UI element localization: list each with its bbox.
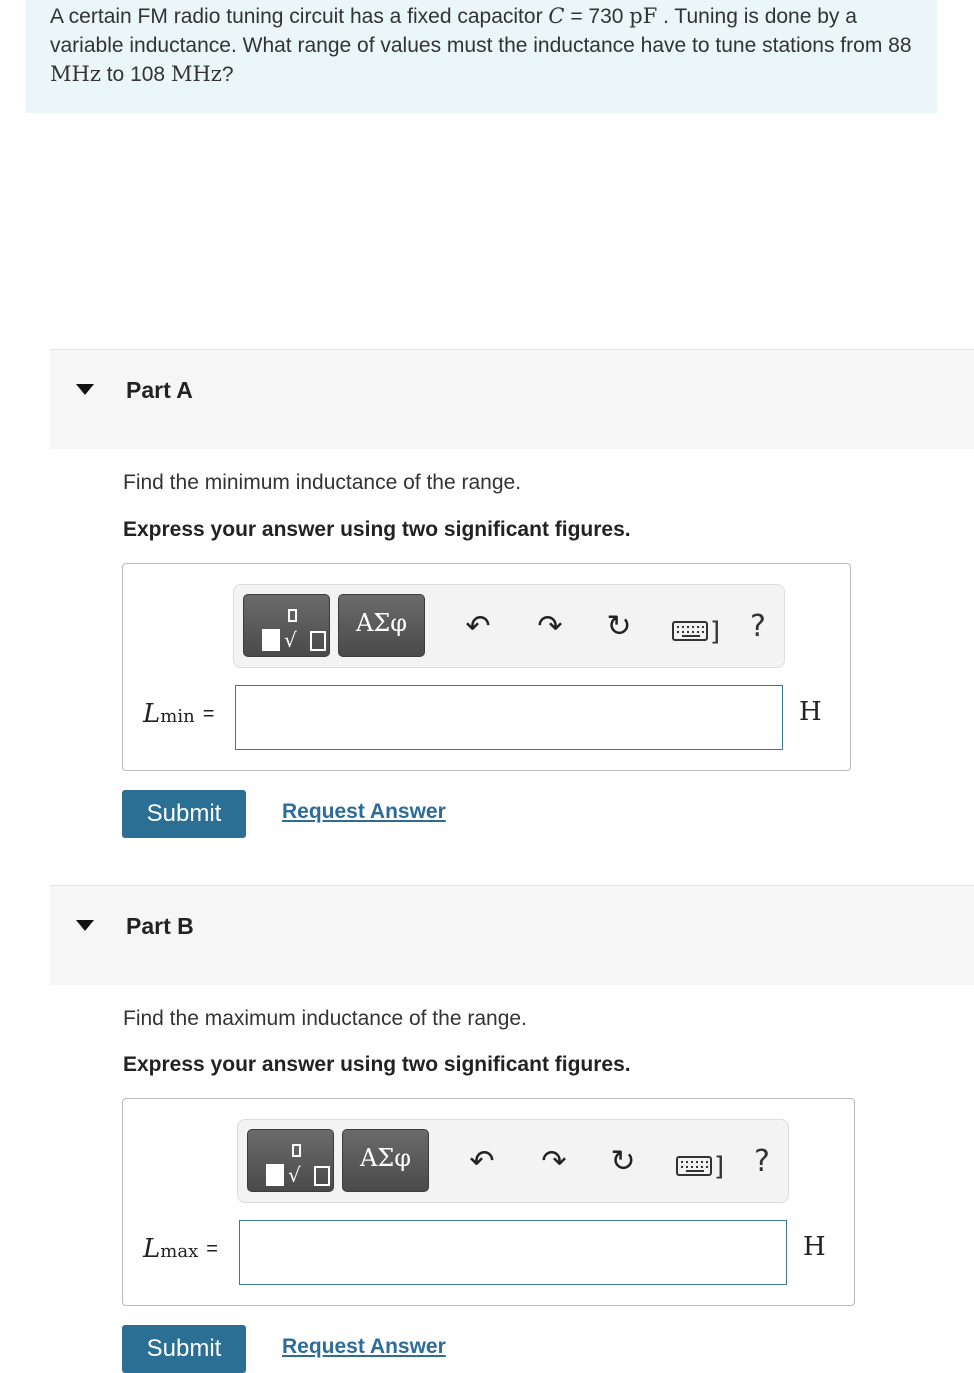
part-b-math-toolbar: √ ΑΣφ ↶ ↷ ↻ ] ? [237,1119,789,1203]
part-b-instruction: Express your answer using two significan… [123,1053,631,1076]
reset-icon[interactable]: ↻ [603,1140,643,1184]
greek-symbols-button[interactable]: ΑΣφ [342,1129,429,1192]
caret-down-icon[interactable] [76,920,94,931]
problem-statement: A certain FM radio tuning circuit has a … [26,0,937,113]
problem-equals: = 730 [564,5,630,28]
greek-symbols-button[interactable]: ΑΣφ [338,594,425,657]
templates-icon [262,629,280,651]
redo-icon[interactable]: ↷ [534,1140,574,1184]
part-a-answer-input[interactable] [235,685,783,750]
part-b-title: Part B [126,913,194,939]
part-a-variable-label: Lmin = [143,699,215,729]
part-b-variable-label: Lmax = [143,1234,218,1264]
greek-label: ΑΣφ [359,1144,412,1172]
templates-button[interactable]: √ [247,1129,334,1192]
freq-unit-2: MHz [170,62,222,86]
part-a-submit-button[interactable]: Submit [122,790,246,838]
help-icon[interactable]: ? [750,605,766,649]
templates-button[interactable]: √ [243,594,330,657]
part-a-instruction: Express your answer using two significan… [123,518,631,541]
part-b-answer-box: √ ΑΣφ ↶ ↷ ↻ ] ? Lmax = H [122,1098,855,1306]
greek-label: ΑΣφ [355,609,408,637]
redo-icon[interactable]: ↷ [530,605,570,649]
undo-icon[interactable]: ↶ [462,1140,502,1184]
part-a-answer-box: √ ΑΣφ ↶ ↷ ↻ ] ? Lmin = H [122,563,851,771]
part-b-unit: H [803,1232,826,1262]
capacitor-unit: pF [629,4,658,28]
help-icon[interactable]: ? [754,1140,770,1184]
undo-icon[interactable]: ↶ [458,605,498,649]
part-b-prompt: Find the maximum inductance of the range… [123,1007,527,1030]
caret-down-icon[interactable] [76,384,94,395]
part-a-unit: H [799,697,822,727]
problem-text-4: ? [221,63,234,86]
reset-icon[interactable]: ↻ [599,605,639,649]
part-b-request-answer-link[interactable]: Request Answer [282,1335,446,1359]
keyboard-icon[interactable] [676,1156,712,1176]
part-a-header[interactable]: Part A [50,349,974,449]
part-b-answer-input[interactable] [239,1220,787,1285]
part-a-title: Part A [126,377,193,403]
part-a-math-toolbar: √ ΑΣφ ↶ ↷ ↻ ] ? [233,584,785,668]
problem-text-3: to 108 [100,63,171,86]
capacitor-symbol: C [548,4,565,28]
keyboard-icon[interactable] [672,621,708,641]
freq-unit-1: MHz [50,62,101,86]
part-b-submit-button[interactable]: Submit [122,1325,246,1373]
part-a-request-answer-link[interactable]: Request Answer [282,800,446,824]
part-b-header[interactable]: Part B [50,885,974,985]
part-a-prompt: Find the minimum inductance of the range… [123,471,522,494]
templates-icon [266,1164,284,1186]
problem-text-1: A certain FM radio tuning circuit has a … [50,5,549,28]
